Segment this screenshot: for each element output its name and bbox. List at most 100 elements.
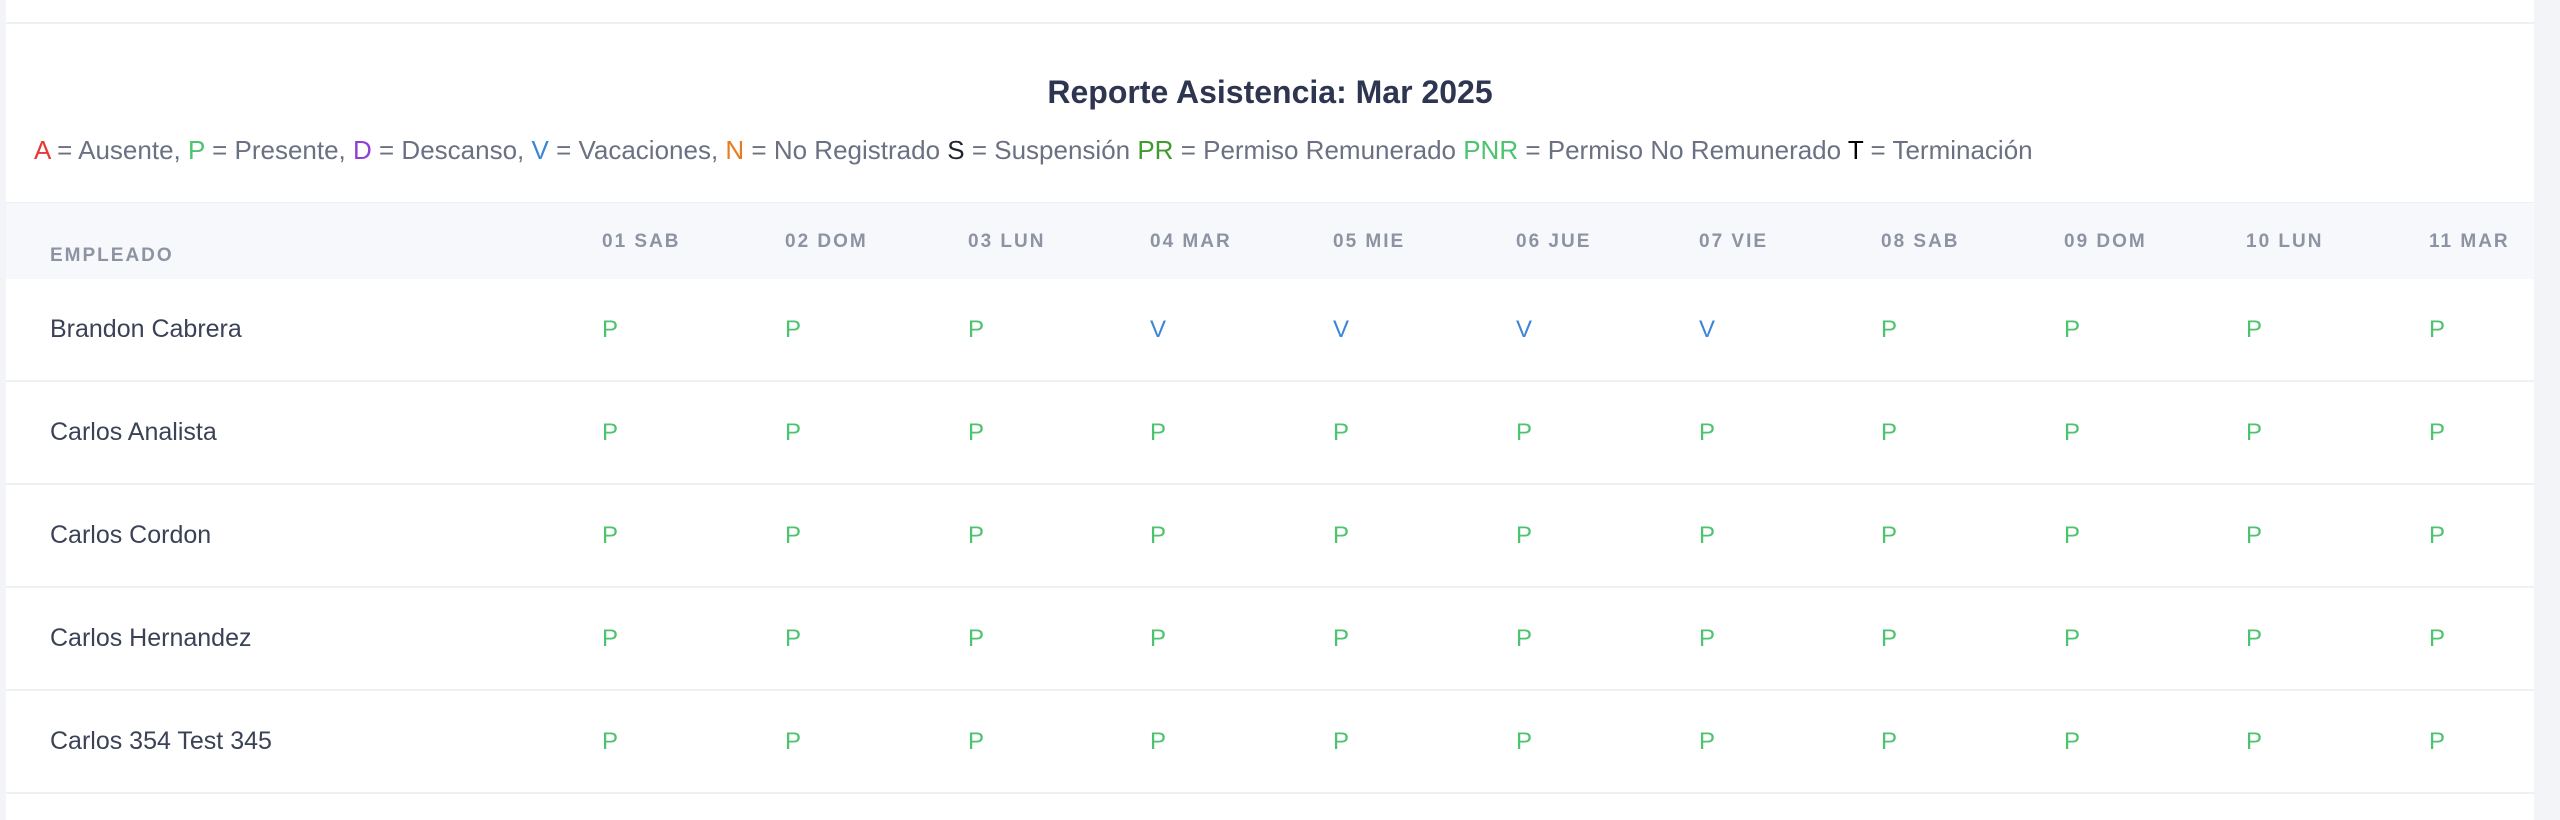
attendance-status: P (602, 728, 619, 755)
legend-code: T (1847, 135, 1864, 165)
day-column-header[interactable]: 07 VIE (1699, 231, 1768, 253)
attendance-status: P (1699, 522, 1716, 549)
legend-code: V (531, 135, 549, 165)
attendance-status: P (785, 419, 802, 446)
legend-label: = No Registrado (744, 135, 948, 165)
attendance-status: P (2064, 625, 2081, 652)
legend-label: = Ausente, (49, 135, 188, 165)
day-column-header[interactable]: 02 DOM (785, 231, 868, 253)
day-column-header[interactable]: 11 MAR (2429, 231, 2510, 253)
attendance-status: P (1333, 522, 1350, 549)
employee-name: Carlos 354 Test 345 (50, 727, 272, 755)
legend-label: = Descanso, (371, 135, 532, 165)
employee-name: Brandon Cabrera (50, 315, 242, 343)
legend-code: A (34, 135, 50, 165)
attendance-status: P (968, 728, 985, 755)
attendance-status: P (2064, 728, 2081, 755)
attendance-status: P (968, 522, 985, 549)
attendance-status: P (968, 419, 985, 446)
attendance-status: P (2246, 316, 2263, 343)
attendance-status: P (1516, 625, 1533, 652)
employee-header-cell (6, 203, 554, 279)
attendance-status: V (1333, 316, 1350, 343)
attendance-status: P (2064, 419, 2081, 446)
attendance-status: P (1881, 728, 1898, 755)
attendance-status: P (1699, 728, 1716, 755)
legend-label: = Terminación (1863, 135, 2033, 165)
attendance-status: P (1150, 625, 1167, 652)
attendance-status: P (1881, 625, 1898, 652)
attendance-status: P (2429, 419, 2446, 446)
attendance-status: P (1333, 625, 1350, 652)
day-column-header[interactable]: 04 MAR (1150, 231, 1232, 253)
legend-item-ausente: A = Ausente, (34, 135, 188, 165)
legend-item-descanso: D = Descanso, (353, 135, 531, 165)
day-column-header[interactable]: 10 LUN (2246, 231, 2323, 253)
attendance-status: P (2246, 419, 2263, 446)
table-row: Carlos Hernandez P P P P P P P P P P P (6, 588, 2534, 691)
day-column-header[interactable]: 01 SAB (602, 231, 681, 253)
legend-item-no-registrado: N = No Registrado (725, 135, 947, 165)
day-column-header[interactable]: 05 MIE (1333, 231, 1405, 253)
employee-name: Carlos Analista (50, 418, 217, 446)
attendance-status: P (1881, 419, 1898, 446)
attendance-report-page: Reporte Asistencia: Mar 2025 A = Ausente… (0, 0, 2560, 820)
legend-item-presente: P = Presente, (188, 135, 353, 165)
legend-code: S (947, 135, 965, 165)
attendance-status: P (1699, 625, 1716, 652)
attendance-status: P (1333, 728, 1350, 755)
table-row: Carlos 354 Test 345 P P P P P P P P P P … (6, 691, 2534, 794)
top-divider (6, 22, 2534, 24)
attendance-status: P (968, 316, 985, 343)
attendance-status: P (602, 316, 619, 343)
attendance-table: EMPLEADO 01 SAB 02 DOM 03 LUN 04 MAR 05 … (6, 202, 2534, 794)
employee-name: Carlos Hernandez (50, 624, 252, 652)
legend-code: D (353, 135, 372, 165)
status-legend: A = Ausente, P = Presente, D = Descanso,… (34, 132, 2033, 168)
legend-label: = Permiso No Remunerado (1518, 135, 1848, 165)
attendance-status: P (1516, 419, 1533, 446)
report-card: Reporte Asistencia: Mar 2025 A = Ausente… (6, 0, 2534, 820)
legend-label: = Vacaciones, (548, 135, 726, 165)
report-title: Reporte Asistencia: Mar 2025 (1047, 74, 1493, 110)
attendance-status: V (1699, 316, 1716, 343)
legend-item-terminacion: T = Terminación (1848, 135, 2033, 165)
attendance-status: V (1150, 316, 1167, 343)
attendance-status: P (602, 419, 619, 446)
table-header: EMPLEADO 01 SAB 02 DOM 03 LUN 04 MAR 05 … (6, 202, 2534, 279)
legend-code: PNR (1463, 135, 1519, 165)
attendance-status: P (2429, 625, 2446, 652)
attendance-status: P (2246, 522, 2263, 549)
attendance-status: P (2064, 522, 2081, 549)
employee-column-header[interactable]: EMPLEADO (50, 245, 174, 267)
attendance-status: P (1699, 419, 1716, 446)
attendance-status: P (785, 522, 802, 549)
day-column-header[interactable]: 08 SAB (1881, 231, 1960, 253)
attendance-status: P (968, 625, 985, 652)
legend-item-suspension: S = Suspensión (947, 135, 1137, 165)
attendance-status: V (1516, 316, 1533, 343)
attendance-status: P (2429, 728, 2446, 755)
legend-item-permiso-remunerado: PR = Permiso Remunerado (1137, 135, 1463, 165)
page-right-gutter (2534, 0, 2560, 820)
attendance-status: P (602, 522, 619, 549)
attendance-status: P (1881, 522, 1898, 549)
day-column-header[interactable]: 06 JUE (1516, 231, 1591, 253)
attendance-status: P (2246, 728, 2263, 755)
attendance-status: P (2429, 316, 2446, 343)
attendance-status: P (1333, 419, 1350, 446)
legend-label: = Presente, (204, 135, 354, 165)
attendance-status: P (1516, 522, 1533, 549)
attendance-status: P (1881, 316, 1898, 343)
table-row: Carlos Analista P P P P P P P P P P P (6, 382, 2534, 485)
legend-code: N (725, 135, 745, 165)
attendance-status: P (1150, 728, 1167, 755)
attendance-status: P (785, 625, 802, 652)
attendance-status: P (785, 728, 802, 755)
attendance-status: P (2429, 522, 2446, 549)
day-column-header[interactable]: 09 DOM (2064, 231, 2147, 253)
day-column-header[interactable]: 03 LUN (968, 231, 1045, 253)
attendance-status: P (1516, 728, 1533, 755)
legend-item-vacaciones: V = Vacaciones, (532, 135, 726, 165)
attendance-status: P (1150, 522, 1167, 549)
